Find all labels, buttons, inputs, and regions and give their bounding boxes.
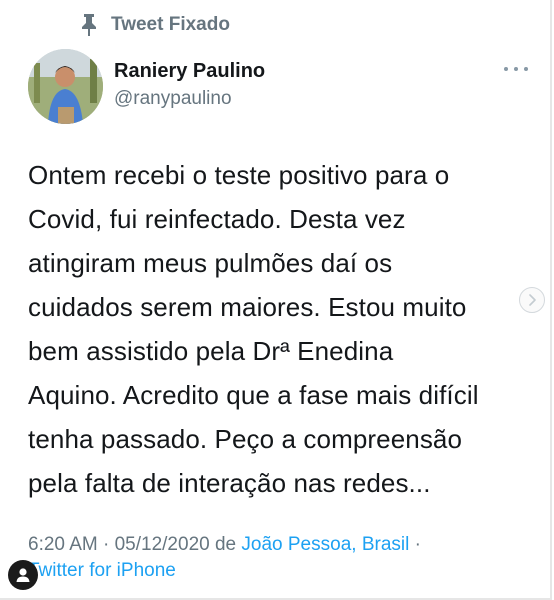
separator: · <box>409 534 421 555</box>
tagged-user-button[interactable] <box>8 560 38 590</box>
more-options-button[interactable] <box>504 60 528 78</box>
pinned-label: Tweet Fixado <box>111 14 230 35</box>
pin-icon <box>79 13 99 37</box>
tweet-date[interactable]: 05/12/2020 <box>115 534 210 555</box>
separator: · <box>97 534 115 555</box>
author-name[interactable]: Raniery Paulino <box>114 60 265 83</box>
author-handle[interactable]: @ranypaulino <box>114 88 232 110</box>
tweet-time[interactable]: 6:20 AM <box>28 534 98 555</box>
tweet-text: Ontem recebi o teste positivo para o Cov… <box>28 160 479 498</box>
tweet-metadata: 6:20 AM · 05/12/2020 de João Pessoa, Bra… <box>28 532 528 584</box>
tweet-card: Tweet Fixado Raniery Paulino @ranypaulin… <box>0 0 552 600</box>
more-icon-dot <box>514 67 518 71</box>
avatar[interactable] <box>28 49 103 124</box>
chevron-right-icon <box>529 294 536 306</box>
location-preposition: de <box>209 534 242 555</box>
source-link[interactable]: Twitter for iPhone <box>28 560 176 581</box>
user-icon <box>16 568 30 582</box>
more-icon <box>504 67 508 71</box>
location-link[interactable]: João Pessoa, Brasil <box>241 534 409 555</box>
pinned-indicator: Tweet Fixado <box>79 11 230 39</box>
carousel-next-button[interactable] <box>519 287 545 313</box>
more-icon-dot <box>524 67 528 71</box>
